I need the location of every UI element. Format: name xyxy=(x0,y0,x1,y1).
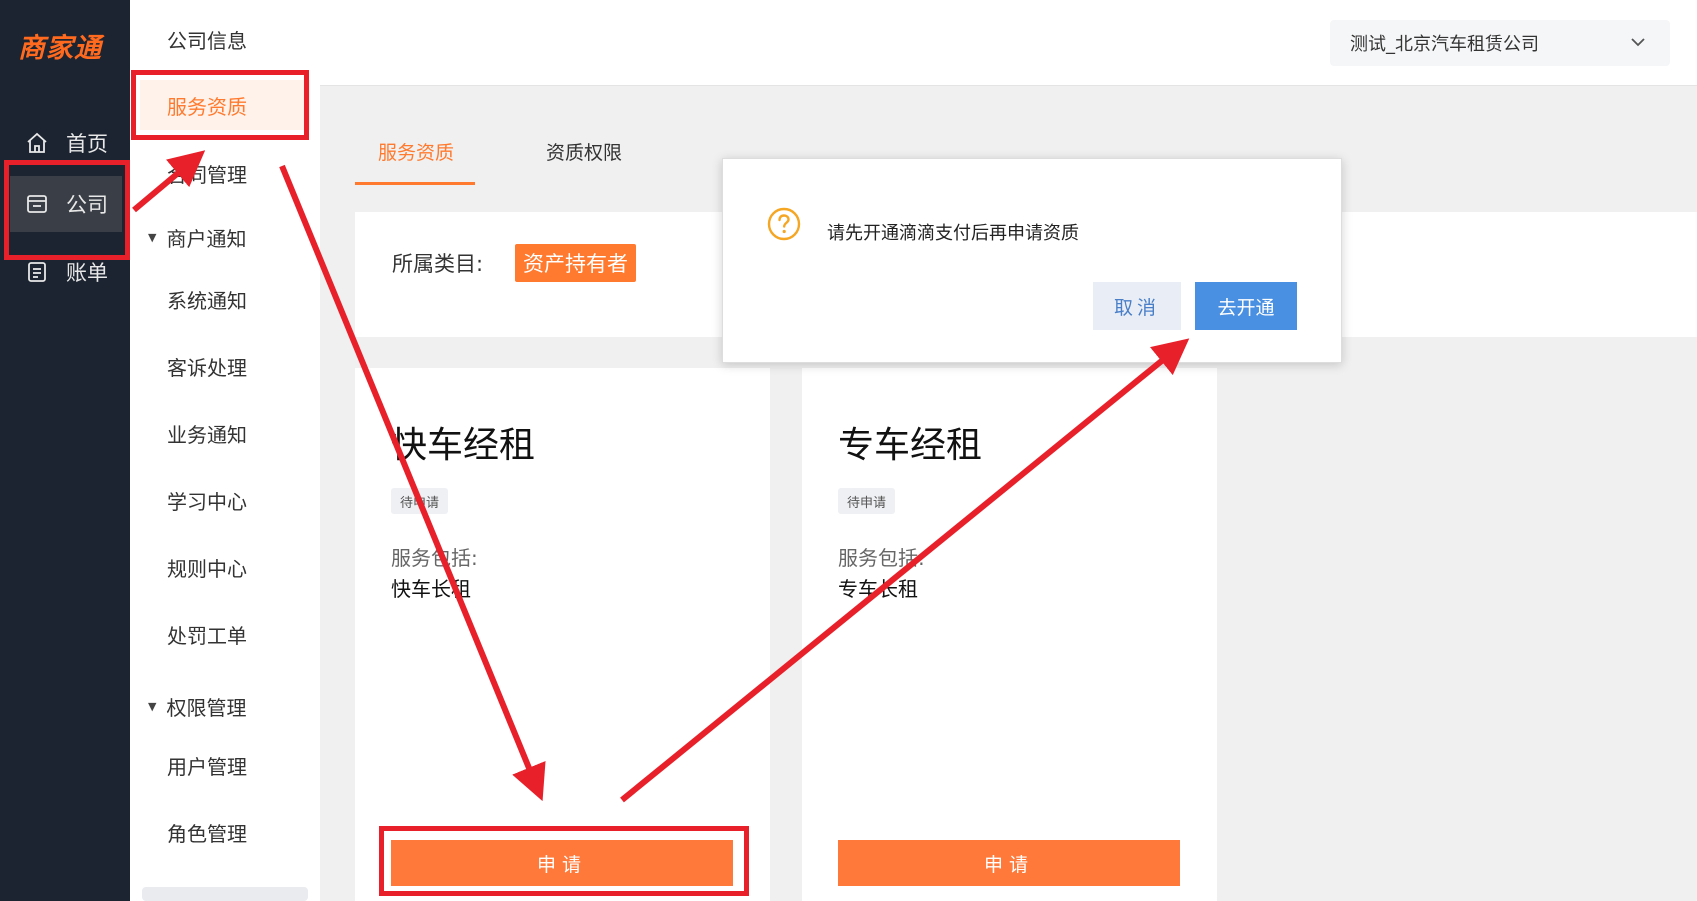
card-title: 快车经租 xyxy=(391,425,536,466)
go-activate-button[interactable]: 去开通 xyxy=(1195,282,1297,330)
annotation-highlight-company xyxy=(4,160,130,260)
active-tab-indicator xyxy=(355,182,475,185)
home-icon xyxy=(24,130,50,156)
service-card-premier: 专车经租 待申请 服务包括: 专车长租 申请 xyxy=(802,368,1217,901)
annotation-highlight-apply xyxy=(379,826,749,896)
rail-item-label: 首页 xyxy=(66,132,108,156)
cancel-button[interactable]: 取消 xyxy=(1093,282,1181,330)
rail-item-label: 账单 xyxy=(66,261,108,285)
apply-button[interactable]: 申请 xyxy=(838,840,1180,886)
submenu-group-label: 权限管理 xyxy=(166,695,247,720)
tab-service-qualification[interactable]: 服务资质 xyxy=(378,138,454,165)
card-title: 专车经租 xyxy=(838,425,983,466)
main-rail: 商家通 首页 公司 账单 xyxy=(0,0,130,901)
company-name: 测试_北京汽车租赁公司 xyxy=(1350,34,1539,55)
submenu-item-rules[interactable]: 规则中心 xyxy=(130,542,320,592)
bill-icon xyxy=(24,259,50,285)
card-includes-label: 服务包括: xyxy=(391,546,478,570)
status-badge: 待申请 xyxy=(838,488,896,514)
submenu-item-company-info[interactable]: 公司信息 xyxy=(130,14,320,64)
submenu-group-label: 商户通知 xyxy=(166,226,247,251)
card-includes-label: 服务包括: xyxy=(838,546,925,570)
caret-down-icon: ▼ xyxy=(148,230,157,244)
service-card-express: 快车经租 待申请 服务包括: 快车长租 申请 xyxy=(355,368,770,901)
dialog-message: 请先开通滴滴支付后再申请资质 xyxy=(827,223,1079,244)
chevron-down-icon xyxy=(1631,38,1645,47)
tab-qualification-permission[interactable]: 资质权限 xyxy=(546,138,622,165)
submenu-group-permissions[interactable]: ▼ 权限管理 xyxy=(130,681,320,731)
submenu-group-notifications[interactable]: ▼ 商户通知 xyxy=(130,212,320,262)
submenu-item-complaints[interactable]: 客诉处理 xyxy=(130,341,320,391)
confirm-dialog: 请先开通滴滴支付后再申请资质 取消 去开通 xyxy=(722,158,1342,363)
submenu-item-learning[interactable]: 学习中心 xyxy=(130,475,320,525)
app-logo: 商家通 xyxy=(18,33,102,64)
caret-down-icon: ▼ xyxy=(148,699,157,713)
company-selector[interactable]: 测试_北京汽车租赁公司 xyxy=(1330,20,1670,66)
submenu-item-contract[interactable]: 合同管理 xyxy=(130,148,320,198)
submenu-scroll-stub xyxy=(142,887,308,901)
question-icon xyxy=(767,207,801,241)
submenu-item-business-notice[interactable]: 业务通知 xyxy=(130,408,320,458)
annotation-highlight-service xyxy=(131,70,309,140)
submenu-item-users[interactable]: 用户管理 xyxy=(130,740,320,790)
status-badge: 待申请 xyxy=(391,488,449,514)
submenu-item-system-notice[interactable]: 系统通知 xyxy=(130,274,320,324)
card-includes-value: 快车长租 xyxy=(391,577,471,601)
card-includes-value: 专车长租 xyxy=(838,577,918,601)
submenu-item-roles[interactable]: 角色管理 xyxy=(130,807,320,857)
category-label: 所属类目: xyxy=(392,252,484,276)
submenu-item-penalty[interactable]: 处罚工单 xyxy=(130,609,320,659)
category-badge: 资产持有者 xyxy=(515,244,636,282)
